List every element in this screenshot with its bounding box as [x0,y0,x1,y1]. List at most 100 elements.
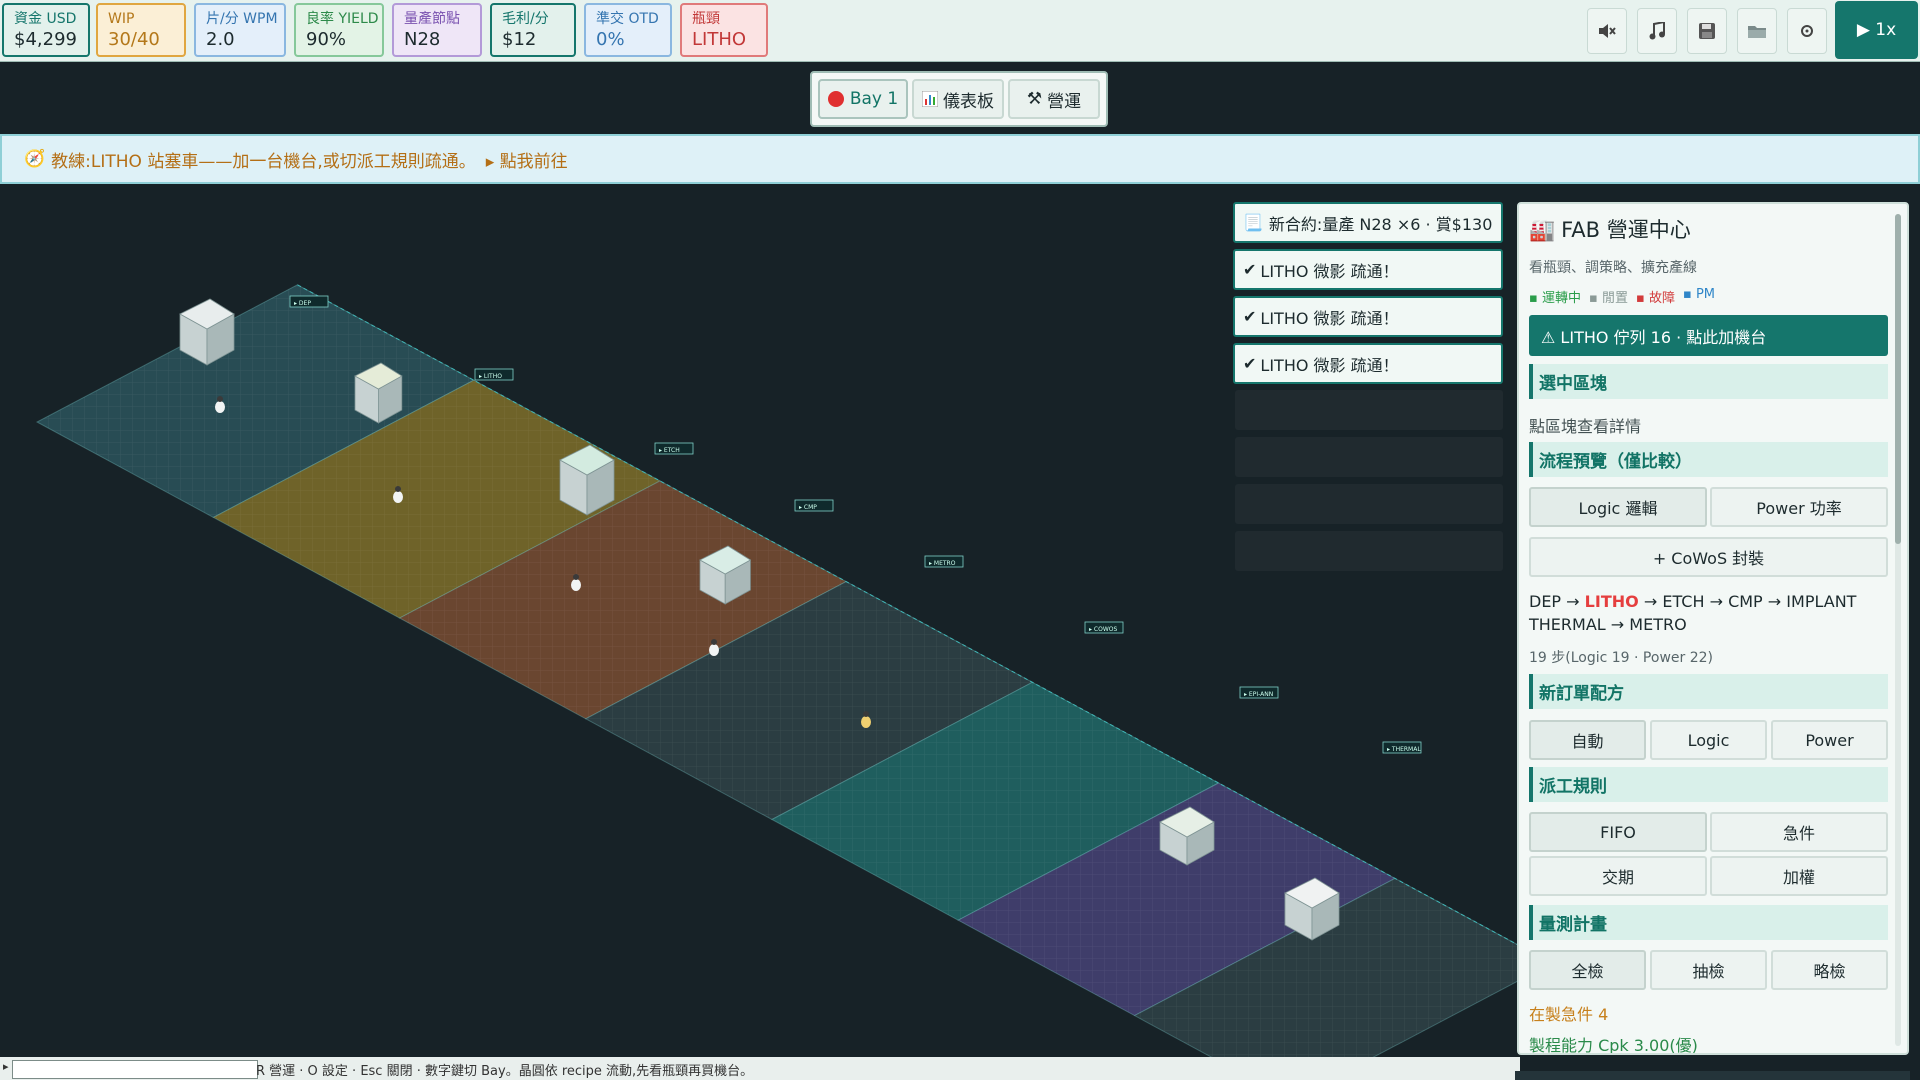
check-icon: ✔ [1243,307,1257,326]
flow-logic-button[interactable]: Logic 邏輯 [1529,487,1707,527]
coach-link-label: 點我前往 [499,151,568,172]
flow-step: IMPLANT [1786,592,1857,611]
command-input[interactable] [12,1060,258,1079]
folder-icon[interactable] [1737,8,1777,54]
kpi-label: 量產節點 [404,11,460,27]
worker-body [393,491,403,503]
compass-icon: 🧭 [24,149,46,169]
kpi-value: 2.0 [206,29,235,50]
legend-label: PM [1695,287,1716,302]
settings-icon[interactable] [1787,8,1827,54]
kpi-value: 0% [596,29,625,50]
station-label: ▸ CMP [794,499,834,512]
view-tabs: Bay 1 儀表板 ⚒ 營運 [810,71,1108,127]
metro-sample-button[interactable]: 抽檢 [1650,950,1767,990]
flow-arrow: → [1566,592,1580,611]
flow-power-button[interactable]: Power 功率 [1710,487,1888,527]
kpi-label: WIP [108,11,135,27]
tab-dashboard[interactable]: 儀表板 [912,79,1004,119]
station-label-text: ▸ THERMAL [1387,746,1421,753]
station-label-text: ▸ CMP [799,504,817,511]
metro-full-button[interactable]: 全檢 [1529,950,1646,990]
top-status-bar: 資金 USD $4,299 WIP 30/40 片/分 WPM 2.0 良率 YIEL… [0,0,1920,62]
kpi-cash: 資金 USD $4,299 [2,3,90,57]
fab-ops-panel: 🏭 FAB 營運中心 看瓶頸、調策略、擴充產線 ▪ 運轉中 ▪ 閒置 ▪ 故障 ▪… [1517,202,1909,1055]
worker-head [217,396,223,402]
mute-icon[interactable] [1587,8,1627,54]
station-label-text: ▸ METRO [929,560,956,567]
panel-scroll-thumb[interactable] [1895,214,1901,544]
coach-banner: 🧭 教練:LITHO 站塞車——加一台機台,或切派工規則疏通。 ▸ 點我前往 [0,134,1920,184]
flow-step-bottleneck: LITHO [1584,592,1639,611]
legend-idle: ▪ 閒置 [1589,291,1628,306]
station-label-text: ▸ DEP [294,300,311,307]
add-machine-alert-button[interactable]: ⚠ LITHO 佇列 16 · 點此加機台 [1529,315,1888,356]
recipe-auto-button[interactable]: 自動 [1529,720,1646,760]
recipe-power-button[interactable]: Power [1771,720,1888,760]
dispatch-urgent-button[interactable]: 急件 [1710,812,1888,852]
metro-skip-button[interactable]: 略檢 [1771,950,1888,990]
kpi-label: 資金 USD [14,11,77,27]
legend-pm: ▪ PM [1683,287,1716,302]
factory-icon: 🏭 [1529,218,1556,242]
cowos-button[interactable]: + CoWoS 封裝 [1529,537,1888,577]
selected-hint: 點區塊查看詳情 [1529,417,1642,436]
flow-step: CMP [1728,592,1763,611]
dispatch-weighted-button[interactable]: 加權 [1710,856,1888,896]
toast-fading [1235,531,1503,571]
keyboard-help: R 營運 · O 設定 · Esc 關閉 · 數字鍵切 Bay。晶圓依 reci… [256,1064,754,1079]
kpi-value: 30/40 [108,29,160,50]
station-label-text: ▸ EPI-ANN [1244,691,1273,698]
toast-clear[interactable]: ✔ LITHO 微影 疏通！ [1233,249,1503,290]
section-selected: 選中區塊 [1529,364,1888,399]
bottom-bar: ▸ R 營運 · O 設定 · Esc 關閉 · 數字鍵切 Bay。晶圓依 re… [0,1057,1520,1080]
worker-body [861,716,871,728]
flow-count: 19 步(Logic 19 · Power 22) [1529,650,1713,666]
caret-icon: ▸ [3,1060,9,1073]
panel-title-text: FAB 營運中心 [1561,218,1691,242]
flow-arrow: → [1643,592,1658,611]
section-dispatch: 派工規則 [1529,767,1888,802]
section-flow: 流程預覽（僅比較） [1529,442,1888,477]
kpi-value: LITHO [692,29,747,50]
legend-label: 閒置 [1601,291,1628,306]
kpi-label: 準交 OTD [596,11,659,27]
flow-arrow: → [1610,615,1625,634]
legend-running: ▪ 運轉中 [1529,291,1581,306]
tab-bay-label: Bay 1 [849,89,899,109]
toast-clear[interactable]: ✔ LITHO 微影 疏通！ [1233,296,1503,337]
toast-contract[interactable]: 📃 新合約:量產 N28 ×6 · 賞$130 [1233,202,1503,243]
flow-step: DEP [1529,592,1562,611]
worker-head [573,574,579,580]
toast-clear[interactable]: ✔ LITHO 微影 疏通！ [1233,343,1503,384]
station-label-text: ▸ COWOS [1089,626,1117,633]
toast-text: LITHO 微影 疏通！ [1260,355,1399,375]
tab-ops-label: 營運 [1047,91,1082,112]
dispatch-fifo-button[interactable]: FIFO [1529,812,1707,852]
tab-bay[interactable]: Bay 1 [818,79,908,119]
contract-icon: 📃 [1243,213,1263,232]
legend-label: 故障 [1648,291,1675,306]
music-icon[interactable] [1637,8,1677,54]
worker-body [571,579,581,591]
check-icon: ✔ [1243,354,1257,373]
worker-body [709,644,719,656]
kpi-label: 瓶頸 [692,11,720,27]
coach-link[interactable]: ▸ 點我前往 [486,147,568,172]
station-label: ▸ THERMAL [1382,741,1422,754]
toast-text: LITHO 微影 疏通！ [1260,261,1399,281]
minimap-strip[interactable] [1515,1071,1910,1080]
process-cpk: 製程能力 Cpk 3.00(優) [1529,1036,1698,1055]
kpi-value: N28 [404,29,441,50]
tab-operations[interactable]: ⚒ 營運 [1008,79,1100,119]
save-icon[interactable] [1687,8,1727,54]
kpi-label: 片/分 WPM [206,11,278,27]
station-label: ▸ LITHO [474,368,514,381]
speed-button[interactable]: ▶ 1x [1835,1,1918,59]
recipe-logic-button[interactable]: Logic [1650,720,1767,760]
flow-step: METRO [1629,615,1687,634]
dispatch-duedate-button[interactable]: 交期 [1529,856,1707,896]
tab-dashboard-label: 儀表板 [943,91,994,112]
kpi-otd: 準交 OTD 0% [584,3,672,57]
kpi-label: 良率 YIELD [306,11,379,27]
